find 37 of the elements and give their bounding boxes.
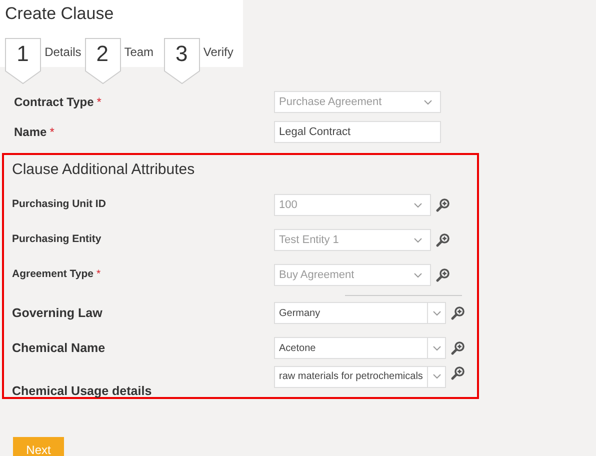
field-label: Governing Law — [12, 306, 102, 320]
chevron-down-icon — [414, 238, 422, 242]
chevron-down-icon — [414, 272, 422, 278]
step-label: Team — [124, 45, 154, 59]
field-label: Agreement Type — [12, 268, 94, 280]
magnifier-plus-icon[interactable] — [436, 233, 450, 247]
field-label: Chemical Name — [12, 340, 106, 355]
page-title: Create Clause — [5, 4, 114, 24]
chevron-down-icon — [414, 202, 422, 208]
magnifier-plus-icon[interactable] — [436, 268, 450, 282]
chevron-down-icon — [432, 346, 440, 350]
combo-box[interactable]: Acetone — [274, 337, 446, 359]
step-marker: 2 — [84, 38, 120, 84]
required-mark: * — [50, 125, 54, 139]
field-label: Purchasing Entity — [12, 233, 102, 246]
combo-box[interactable]: raw materials for petrochemicals — [274, 366, 446, 388]
step-marker: 3 — [164, 38, 200, 84]
magnifier-plus-icon[interactable] — [451, 366, 465, 380]
required-mark: * — [96, 268, 101, 280]
chevron-down-icon — [432, 374, 440, 379]
text-field[interactable]: Legal Contract — [274, 121, 441, 143]
magnifier-plus-icon[interactable] — [451, 306, 465, 320]
section-heading: Clause Additional Attributes — [12, 160, 195, 180]
field-label: Purchasing Unit ID — [12, 198, 106, 210]
magnifier-plus-icon[interactable] — [451, 341, 465, 355]
step-marker: 1 — [5, 38, 41, 84]
field-label: Contract Type — [14, 95, 94, 109]
chevron-down-icon — [424, 100, 432, 104]
field-label: Name — [14, 125, 47, 139]
next-button[interactable]: Next — [13, 437, 64, 456]
required-mark: * — [96, 95, 102, 109]
chevron-down-icon — [432, 310, 440, 316]
combo-box[interactable]: Germany — [274, 302, 446, 324]
field-label: Chemical Usage details — [12, 384, 152, 398]
step-label: Details — [44, 45, 82, 59]
magnifier-plus-icon[interactable] — [436, 198, 450, 212]
step-label: Verify — [203, 45, 234, 59]
